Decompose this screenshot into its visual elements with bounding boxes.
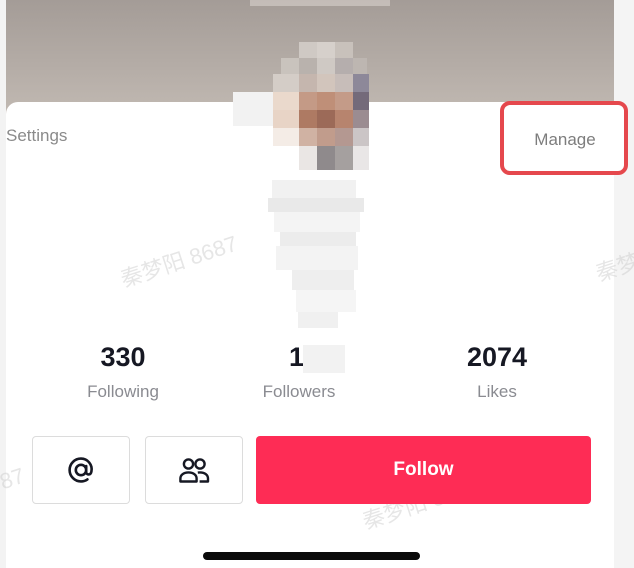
followers-label: Followers	[262, 382, 336, 401]
stat-likes[interactable]: 2074 Likes	[407, 340, 587, 402]
two-people-icon	[179, 458, 210, 483]
follow-button-label: Follow	[393, 459, 454, 480]
stat-followers[interactable]: 1 Followers	[211, 340, 387, 402]
cover-highlight	[250, 0, 390, 6]
followers-count-redaction	[303, 345, 345, 373]
likes-label: Likes	[477, 382, 517, 401]
followers-count: 1	[289, 342, 305, 372]
following-count: 330	[100, 342, 146, 372]
manage-button-label: Manage	[534, 130, 596, 149]
follow-button[interactable]: Follow	[256, 436, 591, 504]
home-indicator[interactable]	[203, 552, 420, 560]
profile-screen: 秦梦阳 8687 秦梦 秦梦阳 8687 87	[0, 0, 634, 568]
find-friends-button[interactable]	[145, 436, 243, 504]
page-edge-right	[614, 0, 634, 568]
following-label: Following	[87, 382, 159, 401]
settings-link[interactable]: Settings	[6, 126, 67, 146]
mention-button[interactable]	[32, 436, 130, 504]
manage-button[interactable]: Manage	[500, 101, 628, 175]
stat-following[interactable]: 330 Following	[33, 340, 213, 402]
at-sign-icon	[68, 457, 93, 483]
likes-count: 2074	[466, 342, 528, 372]
avatar[interactable]	[233, 36, 383, 196]
